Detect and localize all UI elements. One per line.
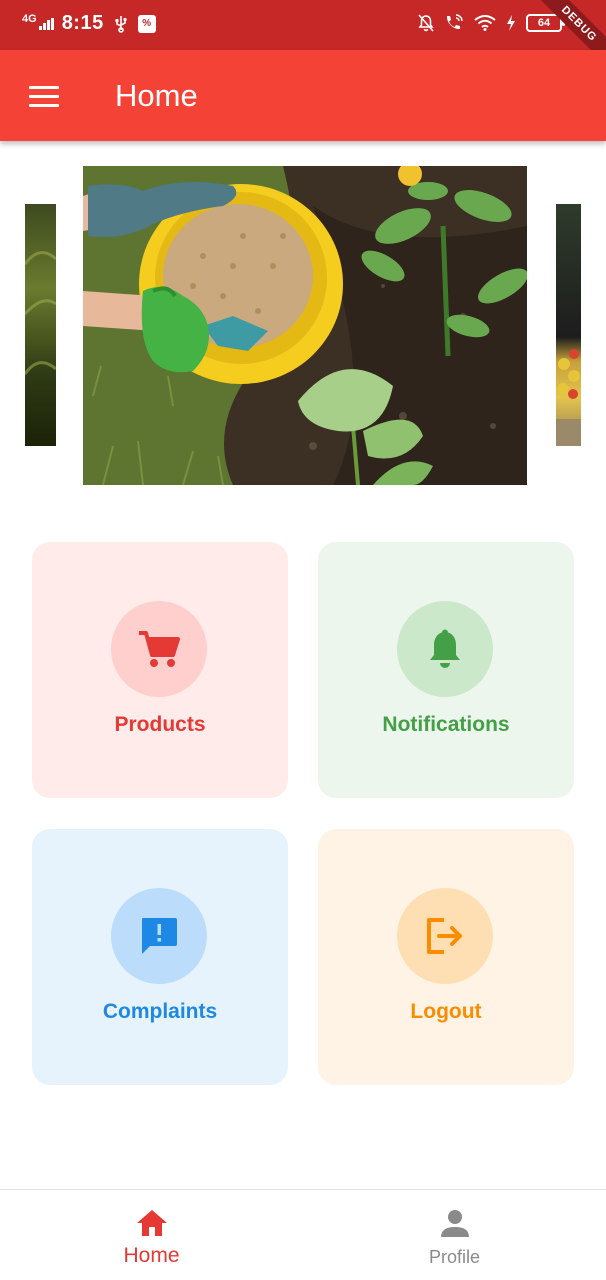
- image-carousel[interactable]: [0, 166, 606, 486]
- notifications-tile[interactable]: Notifications: [318, 542, 574, 798]
- home-icon: [136, 1210, 167, 1236]
- wifi-icon: [474, 15, 496, 31]
- page-title: Home: [115, 78, 198, 113]
- notifications-label: Notifications: [382, 713, 510, 736]
- menu-icon-line: [29, 95, 59, 98]
- products-label: Products: [114, 713, 206, 736]
- status-bar: 4G 8:15 % 64 DEBUG: [0, 0, 606, 50]
- signal-icon: [38, 17, 54, 30]
- complaints-label: Complaints: [102, 1000, 218, 1023]
- carousel-slide-current[interactable]: [83, 166, 527, 485]
- network-indicator: 4G: [22, 13, 54, 30]
- menu-icon: [29, 86, 59, 89]
- charging-icon: [507, 15, 515, 31]
- nav-label-home: Home: [123, 1244, 180, 1267]
- vegetables-image: [556, 349, 581, 446]
- field-image: [25, 251, 56, 375]
- menu-icon-line: [29, 104, 59, 107]
- app-bar: Home: [0, 50, 606, 141]
- notifications-icon-circle: [397, 601, 493, 697]
- logout-icon: [427, 918, 462, 954]
- wifi-call-icon: [446, 14, 463, 30]
- nav-item-home[interactable]: Home: [0, 1190, 303, 1280]
- logout-icon-circle: [397, 888, 493, 984]
- nav-label-profile: Profile: [428, 1247, 481, 1267]
- person-icon: [440, 1210, 469, 1237]
- status-left: 4G 8:15 %: [22, 12, 156, 35]
- bottom-navigation: Home Profile: [0, 1189, 606, 1280]
- complaints-tile[interactable]: Complaints: [32, 829, 288, 1085]
- logout-tile[interactable]: Logout: [318, 829, 574, 1085]
- carousel-slide-next[interactable]: [556, 204, 581, 446]
- network-type: 4G: [22, 12, 37, 25]
- fertilizer-garden-image: [83, 166, 527, 485]
- complaints-icon-circle: [111, 888, 207, 984]
- carousel-slide-previous[interactable]: [25, 204, 56, 446]
- products-icon-circle: [111, 601, 207, 697]
- nav-item-profile[interactable]: Profile: [303, 1190, 606, 1280]
- status-right: 64: [418, 14, 565, 32]
- menu-button[interactable]: [20, 76, 68, 116]
- bell-icon: [430, 629, 460, 668]
- bell-off-icon: [418, 14, 434, 32]
- chat-alert-icon: [142, 918, 177, 954]
- usb-icon: [115, 15, 127, 33]
- cart-icon: [139, 631, 180, 667]
- app-notification-icon: %: [137, 14, 156, 33]
- status-time: 8:15: [61, 12, 104, 34]
- logout-label: Logout: [410, 1000, 482, 1023]
- products-tile[interactable]: Products: [32, 542, 288, 798]
